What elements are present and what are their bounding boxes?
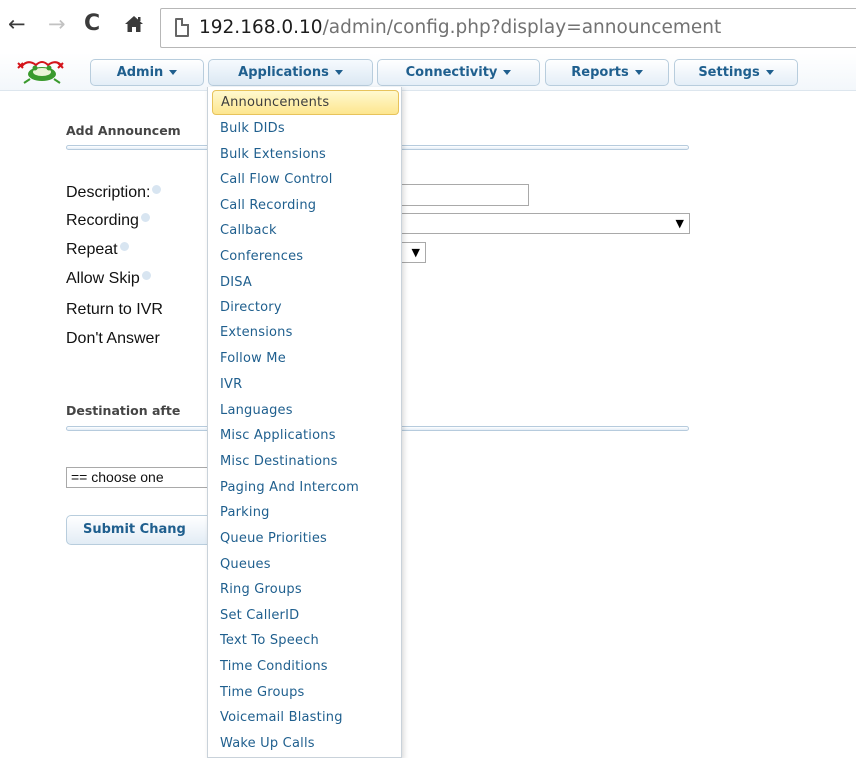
menu-item-disa[interactable]: DISA [212, 270, 399, 295]
destination-title: Destination afte [66, 403, 181, 418]
menu-item-bulk-dids[interactable]: Bulk DIDs [212, 116, 399, 141]
page: ← → C 192.168.0.10/admin/config.php?disp… [0, 0, 856, 758]
description-label: Description: [66, 184, 162, 202]
recording-label: Recording [66, 212, 150, 230]
menu-item-wake-up-calls[interactable]: Wake Up Calls [212, 731, 399, 756]
back-arrow-icon[interactable]: ← [8, 12, 26, 36]
help-icon[interactable] [119, 242, 129, 251]
menu-item-time-conditions[interactable]: Time Conditions [212, 654, 399, 679]
menu-item-misc-applications[interactable]: Misc Applications [212, 423, 399, 448]
menu-reports-label: Reports [571, 65, 629, 80]
menu-item-call-recording[interactable]: Call Recording [212, 193, 399, 218]
recording-select[interactable]: ▼ [400, 213, 690, 234]
menu-item-call-flow-control[interactable]: Call Flow Control [212, 167, 399, 192]
menu-settings[interactable]: Settings [674, 59, 798, 86]
caret-down-icon [503, 70, 512, 75]
frog-logo-icon[interactable] [14, 57, 70, 84]
menu-item-text-to-speech[interactable]: Text To Speech [212, 628, 399, 653]
caret-down-icon [169, 70, 178, 75]
dropdown-arrow-icon: ▼ [411, 246, 420, 259]
menu-item-queues[interactable]: Queues [212, 552, 399, 577]
help-icon[interactable] [140, 213, 150, 222]
forward-arrow-icon[interactable]: → [48, 12, 66, 36]
menu-applications-label: Applications [238, 65, 329, 80]
menu-item-conferences[interactable]: Conferences [212, 244, 399, 269]
menu-item-time-groups[interactable]: Time Groups [212, 680, 399, 705]
menu-item-follow-me[interactable]: Follow Me [212, 346, 399, 371]
help-icon[interactable] [141, 271, 151, 280]
menu-settings-label: Settings [698, 65, 760, 80]
destination-select[interactable]: == choose one [66, 467, 216, 488]
applications-dropdown: Announcements Bulk DIDs Bulk Extensions … [207, 87, 402, 758]
menu-item-callback[interactable]: Callback [212, 218, 399, 243]
menu-item-directory[interactable]: Directory [212, 295, 399, 320]
description-input[interactable] [400, 184, 529, 206]
description-label-text: Description: [66, 184, 151, 201]
home-icon[interactable] [124, 12, 144, 34]
app-navbar: Admin Applications Connectivity Reports … [0, 53, 856, 91]
menu-item-voicemail-blasting[interactable]: Voicemail Blasting [212, 705, 399, 730]
url-text: 192.168.0.10/admin/config.php?display=an… [199, 16, 721, 40]
menu-item-set-callerid[interactable]: Set CallerID [212, 603, 399, 628]
menu-reports[interactable]: Reports [545, 59, 669, 86]
menu-item-languages[interactable]: Languages [212, 398, 399, 423]
address-bar[interactable]: 192.168.0.10/admin/config.php?display=an… [160, 8, 856, 48]
menu-applications[interactable]: Applications [208, 59, 373, 86]
repeat-label-text: Repeat [66, 241, 118, 258]
return-ivr-label: Return to IVR [66, 301, 163, 318]
menu-item-paging-and-intercom[interactable]: Paging And Intercom [212, 475, 399, 500]
dropdown-arrow-icon: ▼ [675, 217, 684, 230]
caret-down-icon [765, 70, 774, 75]
menu-admin-label: Admin [116, 65, 164, 80]
section-title: Add Announcem [66, 123, 181, 138]
menu-item-ring-groups[interactable]: Ring Groups [212, 577, 399, 602]
page-icon [175, 18, 189, 37]
menu-admin[interactable]: Admin [90, 59, 204, 86]
menu-item-misc-destinations[interactable]: Misc Destinations [212, 449, 399, 474]
repeat-label: Repeat [66, 241, 129, 259]
menu-item-announcements[interactable]: Announcements [212, 90, 399, 115]
menu-item-extensions[interactable]: Extensions [212, 320, 399, 345]
menu-connectivity[interactable]: Connectivity [377, 59, 540, 86]
url-host: 192.168.0.10 [199, 17, 323, 38]
browser-toolbar: ← → C 192.168.0.10/admin/config.php?disp… [0, 0, 856, 53]
menu-item-parking[interactable]: Parking [212, 500, 399, 525]
url-path: /admin/config.php?display=announcement [322, 17, 722, 38]
caret-down-icon [334, 70, 343, 75]
recording-label-text: Recording [66, 212, 139, 229]
allow-skip-label: Allow Skip [66, 270, 151, 288]
help-icon[interactable] [152, 185, 162, 194]
repeat-select[interactable]: ▼ [400, 242, 426, 263]
caret-down-icon [634, 70, 643, 75]
allow-skip-label-text: Allow Skip [66, 270, 140, 287]
reload-icon[interactable]: C [84, 12, 100, 36]
menu-item-ivr[interactable]: IVR [212, 372, 399, 397]
menu-item-bulk-extensions[interactable]: Bulk Extensions [212, 142, 399, 167]
dont-answer-label: Don't Answer [66, 330, 160, 347]
menu-item-queue-priorities[interactable]: Queue Priorities [212, 526, 399, 551]
menu-connectivity-label: Connectivity [405, 65, 498, 80]
